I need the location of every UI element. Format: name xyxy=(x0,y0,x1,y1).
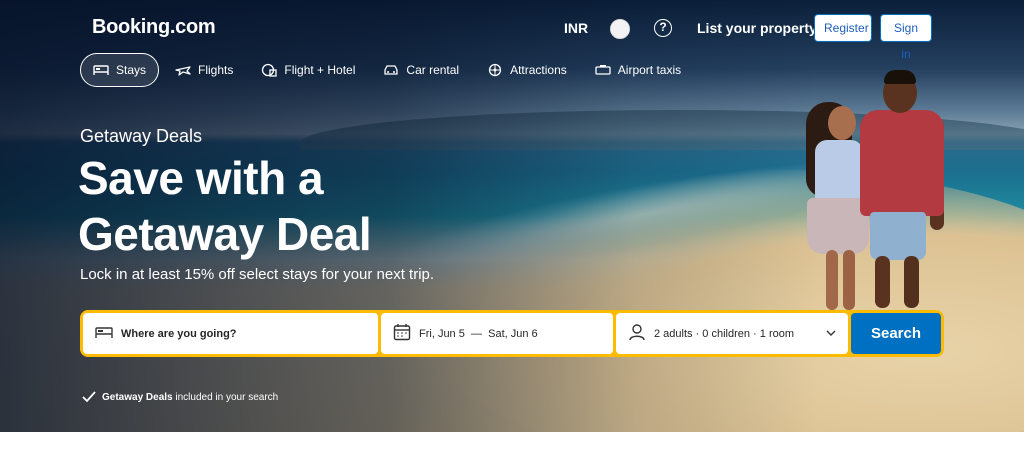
check-in-date: Fri, Jun 5 xyxy=(419,327,465,340)
language-flag-icon[interactable] xyxy=(610,19,630,39)
car-icon xyxy=(383,63,399,77)
bed-icon xyxy=(93,63,109,77)
taxi-icon xyxy=(595,63,611,77)
currency-selector[interactable]: INR xyxy=(564,20,588,36)
tab-flight-hotel[interactable]: Flight + Hotel xyxy=(249,53,367,87)
man-leg xyxy=(875,256,890,308)
booking-logo[interactable]: Booking.com xyxy=(92,16,216,39)
guests-selector[interactable]: 2 adults · 0 children · 1 room xyxy=(616,313,848,354)
tab-label: Stays xyxy=(116,63,147,77)
date-picker[interactable]: Fri, Jun 5 — Sat, Jun 6 xyxy=(381,313,613,354)
flight-hotel-icon xyxy=(261,63,278,77)
checkmark-icon xyxy=(82,391,96,403)
search-bar: Where are you going? Fri, Jun 5 — Sat, J… xyxy=(80,310,944,357)
deals-note-bold: Getaway Deals xyxy=(102,391,173,403)
tab-car-rental[interactable]: Car rental xyxy=(371,53,471,87)
hero-subline: Lock in at least 15% off select stays fo… xyxy=(80,266,435,283)
sign-in-button[interactable]: Sign in xyxy=(880,14,932,61)
deals-note-text: Getaway Deals included in your search xyxy=(102,392,278,403)
chevron-down-icon[interactable] xyxy=(826,328,836,339)
headline-line: Save with a xyxy=(78,152,324,204)
list-property-link[interactable]: List your property xyxy=(697,20,817,36)
man-shorts xyxy=(870,212,926,260)
tab-attractions[interactable]: Attractions xyxy=(475,53,579,87)
woman-leg xyxy=(843,250,855,310)
tab-label: Flights xyxy=(198,63,234,77)
man-shirt xyxy=(860,110,944,216)
deals-note-rest: included in your search xyxy=(175,391,279,403)
hero-eyebrow: Getaway Deals xyxy=(80,126,203,146)
calendar-icon xyxy=(393,323,411,344)
tab-label: Flight + Hotel xyxy=(284,63,356,77)
search-button[interactable]: Search xyxy=(851,313,941,354)
plane-icon xyxy=(175,63,191,77)
bed-icon xyxy=(95,325,113,342)
tab-airport-taxis[interactable]: Airport taxis xyxy=(583,53,693,87)
man-hair xyxy=(884,70,916,84)
headline-line: Getaway Deal xyxy=(78,208,372,260)
tab-label: Attractions xyxy=(510,63,567,77)
person-icon xyxy=(628,323,646,344)
woman-head xyxy=(828,106,856,140)
destination-field[interactable]: Where are you going? xyxy=(83,313,378,354)
product-tabs: Stays Flights Flight + Hotel Car rental … xyxy=(80,53,697,87)
tab-stays[interactable]: Stays xyxy=(80,53,160,87)
register-button[interactable]: Register xyxy=(814,14,872,42)
destination-input[interactable]: Where are you going? xyxy=(121,328,237,340)
tab-label: Airport taxis xyxy=(617,63,682,77)
guests-summary: 2 adults · 0 children · 1 room xyxy=(654,327,795,340)
help-icon[interactable]: ? xyxy=(654,19,672,37)
tab-label: Car rental xyxy=(406,63,460,77)
date-separator: — xyxy=(470,327,482,340)
hero-headline: Save with a Getaway Deal xyxy=(78,150,498,262)
man-leg xyxy=(904,256,919,308)
date-range[interactable]: Fri, Jun 5 — Sat, Jun 6 xyxy=(419,328,538,340)
getaway-deals-checkbox[interactable]: Getaway Deals included in your search xyxy=(82,391,278,403)
woman-leg xyxy=(826,250,838,310)
check-out-date: Sat, Jun 6 xyxy=(488,327,538,340)
tab-flights[interactable]: Flights xyxy=(163,53,245,87)
attractions-icon xyxy=(487,63,503,77)
